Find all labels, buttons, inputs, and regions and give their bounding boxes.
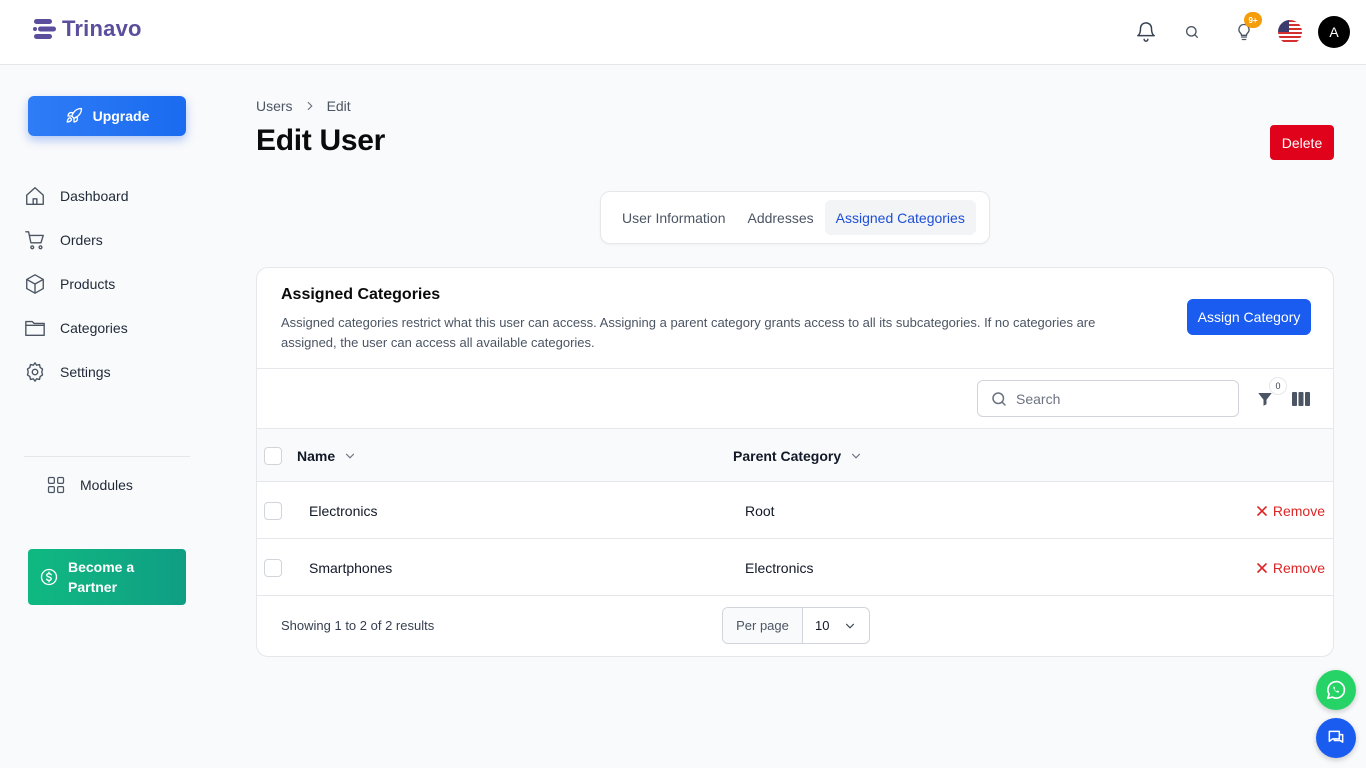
- rocket-icon: [66, 107, 82, 123]
- select-all-checkbox[interactable]: [264, 447, 282, 465]
- close-icon: [1257, 505, 1267, 516]
- cell-name: Smartphones: [309, 559, 393, 576]
- card-description: Assigned categories restrict what this u…: [281, 315, 1096, 350]
- search-button[interactable]: [1176, 16, 1208, 48]
- gear-icon: [26, 362, 44, 382]
- sidebar-divider: [24, 456, 190, 457]
- upgrade-button[interactable]: Upgrade: [28, 96, 186, 136]
- column-header-parent-label: Parent Category: [733, 447, 842, 464]
- box-icon: [26, 274, 44, 294]
- breadcrumb-current: Edit: [326, 98, 351, 114]
- table-row: Smartphones Electronics Remove: [257, 539, 1333, 596]
- sidebar-item-label: Dashboard: [60, 188, 129, 204]
- delete-button[interactable]: Delete: [1270, 125, 1334, 160]
- per-page-label: Per page: [723, 608, 803, 643]
- card-title: Assigned Categories: [281, 286, 441, 303]
- tips-button[interactable]: 9+: [1228, 12, 1262, 48]
- row-checkbox[interactable]: [264, 559, 282, 577]
- table-toolbar: 0: [257, 369, 1333, 429]
- filter-count-badge: 0: [1269, 377, 1287, 395]
- column-header-name-label: Name: [297, 447, 336, 464]
- tab-bar: User Information Addresses Assigned Cate…: [600, 191, 990, 244]
- chat-support-button[interactable]: [1316, 718, 1356, 758]
- sidebar-nav: Dashboard Orders Products Categories Set…: [24, 174, 190, 394]
- remove-button[interactable]: Remove: [1257, 539, 1325, 596]
- notifications-button[interactable]: [1130, 16, 1162, 48]
- sidebar-item-label: Settings: [60, 364, 111, 380]
- chevron-right-icon: [307, 101, 313, 111]
- cart-icon: [25, 231, 44, 250]
- tab-user-information[interactable]: User Information: [611, 200, 736, 235]
- remove-label: Remove: [1272, 559, 1325, 576]
- row-checkbox[interactable]: [264, 502, 282, 520]
- app-name: Trinavo: [62, 16, 142, 41]
- avatar[interactable]: A: [1318, 16, 1350, 48]
- folder-icon: [25, 320, 45, 337]
- bell-icon: [1137, 22, 1155, 42]
- sidebar-item-orders[interactable]: Orders: [24, 218, 190, 262]
- whatsapp-icon: [1326, 680, 1346, 700]
- modules-label: Modules: [80, 477, 133, 493]
- sidebar-item-label: Products: [60, 276, 116, 292]
- sidebar-item-settings[interactable]: Settings: [24, 350, 190, 394]
- search-icon: [992, 391, 1006, 406]
- filter-button[interactable]: 0: [1253, 377, 1287, 411]
- results-summary: Showing 1 to 2 of 2 results: [281, 618, 435, 633]
- logo-icon: [33, 19, 56, 39]
- notification-badge: 9+: [1244, 12, 1262, 28]
- columns-toggle-button[interactable]: [1289, 387, 1313, 411]
- sidebar-item-modules[interactable]: Modules: [46, 474, 133, 496]
- grid-icon: [47, 476, 65, 494]
- chevron-down-icon: [852, 453, 861, 459]
- partner-label-line2: Partner: [68, 579, 118, 595]
- cell-parent: Electronics: [745, 559, 814, 576]
- column-header-name[interactable]: Name: [297, 429, 357, 482]
- tab-assigned-categories[interactable]: Assigned Categories: [824, 200, 976, 235]
- search-icon: [1186, 26, 1198, 38]
- partner-label-line1: Become a: [68, 559, 135, 575]
- become-partner-button[interactable]: Become a Partner: [28, 549, 186, 605]
- cell-parent: Root: [745, 502, 775, 519]
- column-header-parent-category[interactable]: Parent Category: [733, 429, 863, 482]
- chevron-down-icon: [346, 453, 355, 459]
- assign-category-button[interactable]: Assign Category: [1187, 299, 1311, 335]
- assigned-categories-card: Assigned Categories Assigned categories …: [256, 267, 1334, 657]
- sidebar-item-categories[interactable]: Categories: [24, 306, 190, 350]
- columns-icon: [1292, 392, 1310, 406]
- home-icon: [26, 187, 44, 205]
- table-footer: Showing 1 to 2 of 2 results Per page 10: [257, 596, 1333, 656]
- partner-label: Become a Partner: [68, 557, 134, 597]
- per-page-select[interactable]: Per page 10: [722, 607, 870, 644]
- whatsapp-button[interactable]: [1316, 670, 1356, 710]
- tab-addresses[interactable]: Addresses: [736, 200, 824, 235]
- sidebar-item-products[interactable]: Products: [24, 262, 190, 306]
- close-icon: [1257, 562, 1267, 573]
- language-selector[interactable]: [1274, 16, 1306, 48]
- search-field[interactable]: [977, 380, 1239, 417]
- logo[interactable]: Trinavo: [32, 16, 142, 42]
- top-bar: Trinavo 9+ A: [0, 0, 1366, 65]
- breadcrumb-users-link[interactable]: Users: [256, 98, 293, 114]
- sidebar-item-label: Orders: [60, 232, 103, 248]
- us-flag-icon: [1278, 20, 1302, 44]
- sidebar-item-label: Categories: [60, 320, 128, 336]
- chat-icon: [1328, 730, 1344, 743]
- breadcrumb: Users Edit: [256, 98, 351, 114]
- per-page-value: 10: [815, 618, 830, 633]
- search-input[interactable]: [1016, 390, 1216, 407]
- upgrade-label: Upgrade: [92, 108, 150, 124]
- remove-button[interactable]: Remove: [1257, 482, 1325, 539]
- cell-name: Electronics: [309, 502, 378, 519]
- chevron-down-icon: [845, 623, 855, 629]
- page-title: Edit User: [256, 124, 386, 157]
- table-header: Name Parent Category: [257, 429, 1333, 482]
- sidebar-item-dashboard[interactable]: Dashboard: [24, 174, 190, 218]
- table-row: Electronics Root Remove: [257, 482, 1333, 539]
- dollar-icon: [40, 568, 58, 586]
- remove-label: Remove: [1272, 502, 1325, 519]
